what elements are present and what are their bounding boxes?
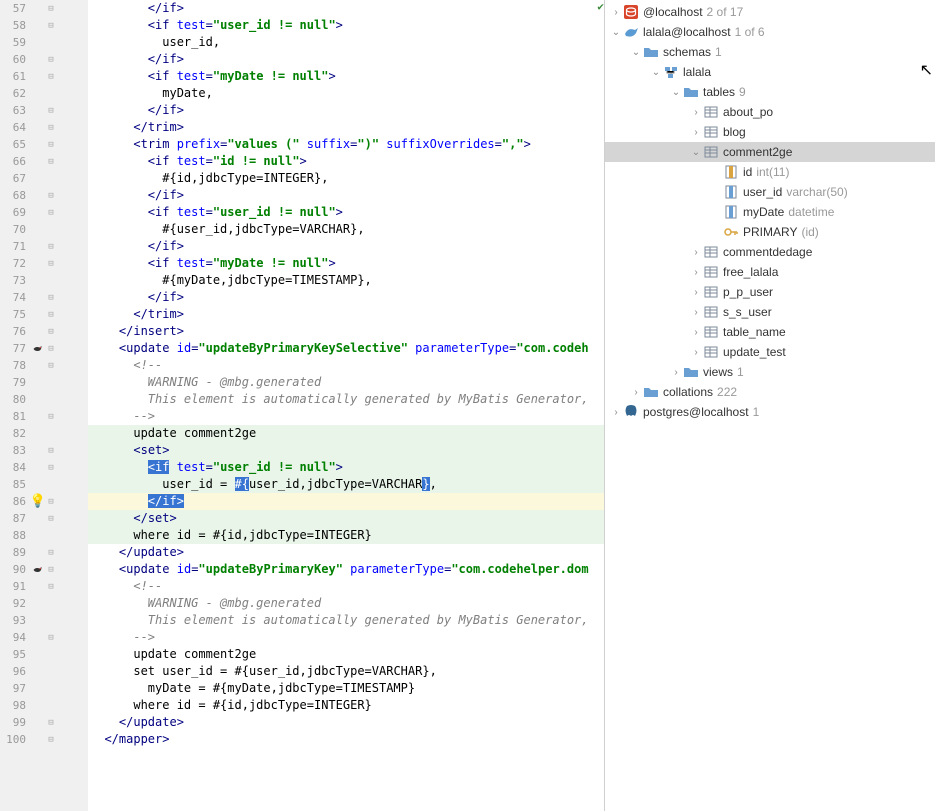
column-node[interactable]: idint(11) — [605, 162, 935, 182]
collations-node[interactable]: › collations222 — [605, 382, 935, 402]
chevron-right-icon[interactable]: › — [689, 267, 703, 278]
folder-icon — [683, 364, 699, 380]
chevron-right-icon[interactable]: › — [609, 7, 623, 18]
folder-icon — [643, 384, 659, 400]
primary-key-node[interactable]: PRIMARY(id) — [605, 222, 935, 242]
chevron-right-icon[interactable]: › — [689, 347, 703, 358]
table-node[interactable]: › table_name — [605, 322, 935, 342]
key-icon — [723, 224, 739, 240]
folder-icon — [643, 44, 659, 60]
datasource-icon — [623, 4, 639, 20]
column-node[interactable]: user_idvarchar(50) — [605, 182, 935, 202]
chevron-down-icon[interactable]: ⌄ — [689, 147, 703, 158]
table-icon — [703, 104, 719, 120]
dolphin-icon — [623, 24, 639, 40]
chevron-right-icon[interactable]: › — [609, 407, 623, 418]
chevron-right-icon[interactable]: › — [689, 327, 703, 338]
chevron-right-icon[interactable]: › — [689, 287, 703, 298]
table-node[interactable]: › commentdedage — [605, 242, 935, 262]
folder-icon — [683, 84, 699, 100]
code-editor[interactable]: ✔ 57⊟ 58⊟ 59 60⊟ 61⊟ 62 63⊟ 64⊟ 65⊟ 66⊟ … — [0, 0, 604, 811]
lightbulb-icon[interactable]: 💡 — [30, 494, 46, 509]
chevron-right-icon[interactable]: › — [689, 247, 703, 258]
table-node[interactable]: › update_test — [605, 342, 935, 362]
column-icon — [723, 184, 739, 200]
table-node[interactable]: › about_po — [605, 102, 935, 122]
table-node[interactable]: › s_s_user — [605, 302, 935, 322]
datasource-node[interactable]: ⌄ lalala@localhost1 of 6 — [605, 22, 935, 42]
chevron-right-icon[interactable]: › — [689, 127, 703, 138]
schema-icon — [663, 64, 679, 80]
schemas-node[interactable]: ⌄ schemas1 — [605, 42, 935, 62]
column-icon — [723, 204, 739, 220]
schema-node[interactable]: ⌄ lalala — [605, 62, 935, 82]
chevron-right-icon[interactable]: › — [689, 107, 703, 118]
table-icon — [703, 124, 719, 140]
chevron-down-icon[interactable]: ⌄ — [649, 67, 663, 78]
mybatis-bird-icon[interactable] — [32, 343, 44, 355]
postgres-icon — [623, 404, 639, 420]
chevron-right-icon[interactable]: › — [689, 307, 703, 318]
chevron-down-icon[interactable]: ⌄ — [609, 27, 623, 38]
column-node[interactable]: myDatedatetime — [605, 202, 935, 222]
chevron-right-icon[interactable]: › — [669, 367, 683, 378]
database-tree-panel[interactable]: ↖ › @localhost2 of 17 ⌄ lalala@localhost… — [604, 0, 935, 811]
table-node-selected[interactable]: ⌄ comment2ge — [605, 142, 935, 162]
table-icon — [703, 264, 719, 280]
table-icon — [703, 244, 719, 260]
table-icon — [703, 344, 719, 360]
chevron-down-icon[interactable]: ⌄ — [669, 87, 683, 98]
datasource-node[interactable]: › @localhost2 of 17 — [605, 2, 935, 22]
table-node[interactable]: › free_lalala — [605, 262, 935, 282]
tables-node[interactable]: ⌄ tables9 — [605, 82, 935, 102]
table-node[interactable]: › p_p_user — [605, 282, 935, 302]
gutter: 57⊟ 58⊟ 59 60⊟ 61⊟ 62 63⊟ 64⊟ 65⊟ 66⊟ 67… — [0, 0, 88, 811]
table-icon — [703, 324, 719, 340]
table-node[interactable]: › blog — [605, 122, 935, 142]
views-node[interactable]: › views1 — [605, 362, 935, 382]
table-icon — [703, 284, 719, 300]
chevron-right-icon[interactable]: › — [629, 387, 643, 398]
column-icon — [723, 164, 739, 180]
datasource-node[interactable]: › postgres@localhost1 — [605, 402, 935, 422]
code-body[interactable]: </if> <if test="user_id != null"> user_i… — [88, 0, 604, 811]
table-icon — [703, 304, 719, 320]
chevron-down-icon[interactable]: ⌄ — [629, 47, 643, 58]
table-icon — [703, 144, 719, 160]
mybatis-bird-icon[interactable] — [32, 564, 44, 576]
cursor-icon: ↖ — [920, 60, 933, 80]
